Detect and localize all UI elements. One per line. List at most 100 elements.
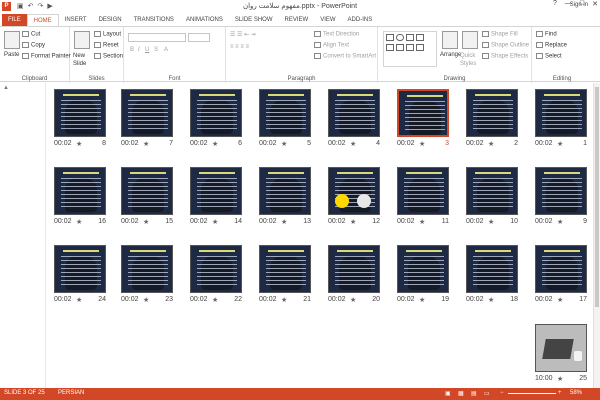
slide-thumbnail[interactable] [535, 167, 587, 215]
slide-thumbnail[interactable] [535, 324, 587, 372]
animation-star-icon[interactable]: ★ [557, 296, 563, 304]
slide-thumbnail[interactable] [121, 89, 173, 137]
slide-thumbnail[interactable] [54, 167, 106, 215]
normal-view-icon[interactable]: ▣ [445, 390, 451, 397]
slide-thumbnail[interactable] [121, 167, 173, 215]
align-text-button[interactable]: Align Text [314, 42, 349, 49]
select-button[interactable]: Select [536, 53, 562, 60]
layout-button[interactable]: Layout [94, 31, 121, 38]
zoom-level[interactable]: 58% [570, 390, 582, 396]
shapes-gallery[interactable] [383, 31, 437, 67]
animation-star-icon[interactable]: ★ [488, 140, 494, 148]
slide-thumbnail[interactable] [259, 245, 311, 293]
animation-star-icon[interactable]: ★ [419, 140, 425, 148]
quick-styles-icon[interactable] [462, 31, 478, 49]
animation-star-icon[interactable]: ★ [76, 140, 82, 148]
slide-thumbnail[interactable] [466, 245, 518, 293]
animation-star-icon[interactable]: ★ [76, 218, 82, 226]
paste-button[interactable]: Paste [4, 52, 19, 58]
shape-fill-button[interactable]: Shape Fill [482, 31, 518, 38]
tab-insert[interactable]: INSERT [59, 14, 93, 26]
quick-styles-button[interactable]: Quick Styles [460, 52, 480, 68]
slide-thumbnail[interactable] [397, 245, 449, 293]
zoom-out-icon[interactable]: − [500, 390, 504, 396]
slide-thumbnail[interactable] [397, 89, 449, 137]
animation-star-icon[interactable]: ★ [212, 140, 218, 148]
animation-star-icon[interactable]: ★ [557, 375, 563, 383]
animation-star-icon[interactable]: ★ [488, 296, 494, 304]
slide-thumbnail[interactable] [190, 245, 242, 293]
font-size-field[interactable] [188, 33, 210, 42]
tab-add-ins[interactable]: ADD-INS [342, 14, 379, 26]
tab-slide-show[interactable]: SLIDE SHOW [229, 14, 279, 26]
language-indicator[interactable]: PERSIAN [58, 390, 84, 396]
tab-view[interactable]: VIEW [314, 14, 341, 26]
shape-effects-button[interactable]: Shape Effects [482, 53, 528, 60]
shape-curve-icon[interactable] [396, 44, 404, 51]
animation-star-icon[interactable]: ★ [350, 296, 356, 304]
italic-button[interactable]: I [138, 47, 140, 53]
scrollbar-thumb[interactable] [595, 87, 599, 307]
animation-star-icon[interactable]: ★ [143, 296, 149, 304]
animation-star-icon[interactable]: ★ [488, 218, 494, 226]
slide-thumbnail[interactable] [535, 245, 587, 293]
shape-outline-button[interactable]: Shape Outline [482, 42, 529, 49]
shape-arrow-icon[interactable] [416, 34, 424, 41]
animation-star-icon[interactable]: ★ [212, 296, 218, 304]
vertical-scrollbar[interactable] [593, 83, 600, 388]
animation-star-icon[interactable]: ★ [419, 296, 425, 304]
slide-thumbnail[interactable] [190, 89, 242, 137]
zoom-slider[interactable] [508, 393, 556, 394]
slide-thumbnail[interactable] [328, 245, 380, 293]
animation-star-icon[interactable]: ★ [143, 218, 149, 226]
animation-star-icon[interactable]: ★ [281, 140, 287, 148]
slide-thumbnail[interactable] [466, 89, 518, 137]
slide-thumbnail[interactable] [466, 167, 518, 215]
help-button[interactable]: ? [553, 0, 557, 8]
slide-thumbnail[interactable] [121, 245, 173, 293]
section-button[interactable]: Section [94, 53, 123, 60]
shape-brace-icon[interactable] [416, 44, 424, 51]
font-color-button[interactable]: A [164, 47, 168, 53]
new-slide-button[interactable]: New Slide [73, 52, 93, 68]
slideshow-view-icon[interactable]: ▭ [484, 390, 490, 397]
align-buttons[interactable]: ≡ ≡ ≡ ≡ [230, 44, 249, 50]
shape-oval-icon[interactable] [396, 34, 404, 41]
slide-thumbnail[interactable] [328, 89, 380, 137]
find-button[interactable]: Find [536, 31, 557, 38]
animation-star-icon[interactable]: ★ [419, 218, 425, 226]
shape-line-icon[interactable] [406, 34, 414, 41]
slide-thumbnail[interactable] [328, 167, 380, 215]
sign-in-link[interactable]: Sign in [570, 2, 588, 8]
reading-view-icon[interactable]: ▤ [471, 390, 477, 397]
animation-star-icon[interactable]: ★ [281, 218, 287, 226]
animation-star-icon[interactable]: ★ [350, 218, 356, 226]
copy-button[interactable]: Copy [22, 42, 45, 49]
slide-thumbnail[interactable] [54, 245, 106, 293]
replace-button[interactable]: Replace [536, 42, 567, 49]
shape-triangle-icon[interactable] [386, 44, 394, 51]
tab-home[interactable]: HOME [26, 14, 59, 26]
bold-button[interactable]: B [130, 47, 134, 53]
animation-star-icon[interactable]: ★ [557, 140, 563, 148]
new-slide-icon[interactable] [74, 31, 90, 49]
tab-animations[interactable]: ANIMATIONS [180, 14, 229, 26]
tab-file[interactable]: FILE [2, 14, 27, 26]
zoom-in-icon[interactable]: + [558, 390, 562, 396]
font-name-field[interactable] [128, 33, 186, 42]
reset-button[interactable]: Reset [94, 42, 119, 49]
format-painter-button[interactable]: Format Painter [22, 53, 71, 60]
animation-star-icon[interactable]: ★ [350, 140, 356, 148]
arrange-icon[interactable] [442, 31, 458, 49]
arrange-button[interactable]: Arrange [440, 52, 461, 58]
text-direction-button[interactable]: Text Direction [314, 31, 359, 38]
animation-star-icon[interactable]: ★ [557, 218, 563, 226]
cut-button[interactable]: Cut [22, 31, 40, 38]
strikethrough-button[interactable]: S [154, 47, 158, 53]
animation-star-icon[interactable]: ★ [281, 296, 287, 304]
slide-thumbnail[interactable] [397, 167, 449, 215]
animation-star-icon[interactable]: ★ [143, 140, 149, 148]
paste-icon[interactable] [4, 31, 20, 49]
convert-smartart-button[interactable]: Convert to SmartArt [314, 53, 376, 60]
animation-star-icon[interactable]: ★ [76, 296, 82, 304]
